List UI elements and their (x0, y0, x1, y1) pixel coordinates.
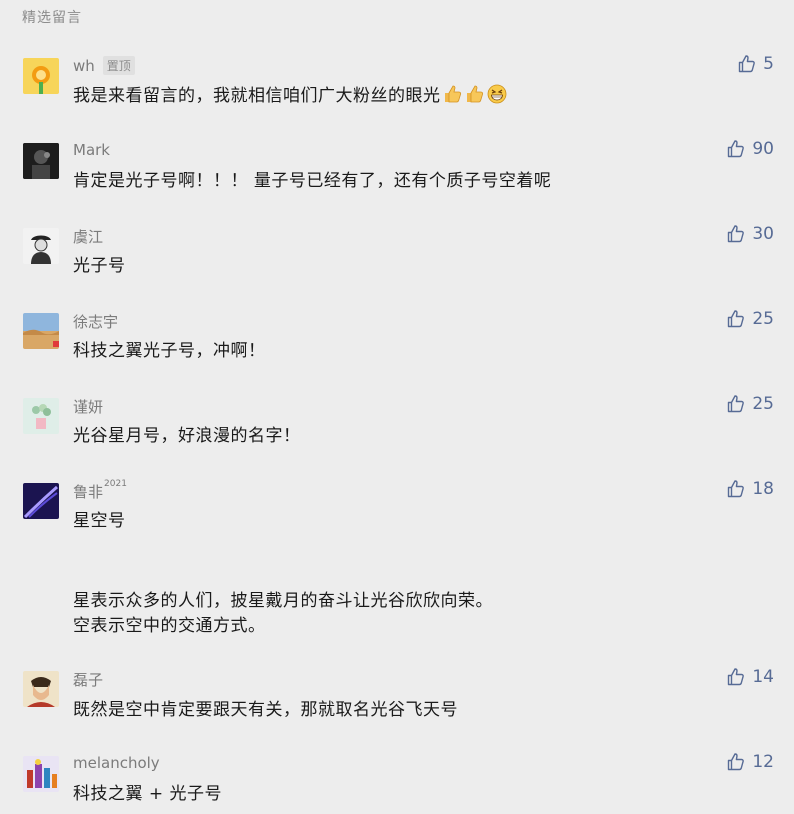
comment-nickname[interactable]: 徐志宇 (73, 311, 118, 332)
avatar[interactable] (23, 313, 59, 349)
pinned-badge: 置顶 (102, 56, 135, 75)
avatar[interactable] (23, 671, 59, 707)
comment-text: 科技之翼 + 光子号 (73, 784, 223, 804)
like-count: 30 (752, 224, 774, 244)
like-count: 18 (752, 479, 774, 499)
comment-text-line: 星表示众多的人们，披星戴月的奋斗让光谷欣欣向荣。 (73, 591, 493, 611)
like-count: 5 (763, 54, 774, 74)
like-count: 90 (752, 139, 774, 159)
thumbs-up-emoji (443, 84, 463, 104)
avatar[interactable] (23, 228, 59, 264)
avatar[interactable] (23, 58, 59, 94)
like-count: 14 (752, 667, 774, 687)
comment-text: 科技之翼光子号，冲啊！ (73, 341, 266, 361)
like-button[interactable]: 14 (726, 667, 774, 687)
thumbs-up-icon (728, 753, 745, 771)
comment-nickname[interactable]: 磊子 (73, 669, 103, 690)
like-button[interactable]: 30 (726, 224, 774, 244)
comment-text: 光谷星月号，好浪漫的名字！ (73, 426, 301, 446)
like-button[interactable]: 5 (737, 54, 774, 74)
comment-nickname[interactable]: 虞江 (73, 226, 103, 247)
comment-nickname[interactable]: 谨妍 (73, 396, 103, 417)
grin-emoji (487, 84, 507, 104)
comment-nickname[interactable]: wh (73, 57, 95, 75)
thumbs-up-emoji (465, 84, 485, 104)
comment-nickname[interactable]: melancholy (73, 754, 160, 772)
avatar[interactable] (23, 756, 59, 792)
thumbs-up-icon (728, 668, 745, 686)
comment-text: 肯定是光子号啊！！！ 量子号已经有了，还有个质子号空着呢 (73, 171, 552, 191)
nickname-superscript: 2021 (104, 479, 127, 489)
avatar[interactable] (23, 483, 59, 519)
comment-text: 光子号 (73, 256, 126, 276)
like-button[interactable]: 12 (726, 752, 774, 772)
like-count: 25 (752, 394, 774, 414)
thumbs-up-icon (728, 140, 745, 158)
like-button[interactable]: 18 (726, 479, 774, 499)
avatar[interactable] (23, 398, 59, 434)
like-count: 25 (752, 309, 774, 329)
like-button[interactable]: 90 (726, 139, 774, 159)
comment-text: 既然是空中肯定要跟天有关，那就取名光谷飞天号 (73, 700, 458, 720)
like-count: 12 (752, 752, 774, 772)
comment-nickname[interactable]: Mark (73, 141, 110, 159)
comment-text: 我是来看留言的，我就相信咱们广大粉丝的眼光 (73, 86, 441, 106)
thumbs-up-icon (728, 225, 745, 243)
comment-text-line: 空表示空中的交通方式。 (73, 616, 266, 636)
comment-text: 星空号 (73, 511, 126, 531)
avatar[interactable] (23, 143, 59, 179)
thumbs-up-icon (728, 395, 745, 413)
like-button[interactable]: 25 (726, 309, 774, 329)
comment-nickname[interactable]: 鲁非 (73, 483, 103, 501)
like-button[interactable]: 25 (726, 394, 774, 414)
section-title: 精选留言 (22, 10, 82, 26)
thumbs-up-icon (728, 480, 745, 498)
thumbs-up-icon (728, 310, 745, 328)
thumbs-up-icon (738, 55, 756, 73)
